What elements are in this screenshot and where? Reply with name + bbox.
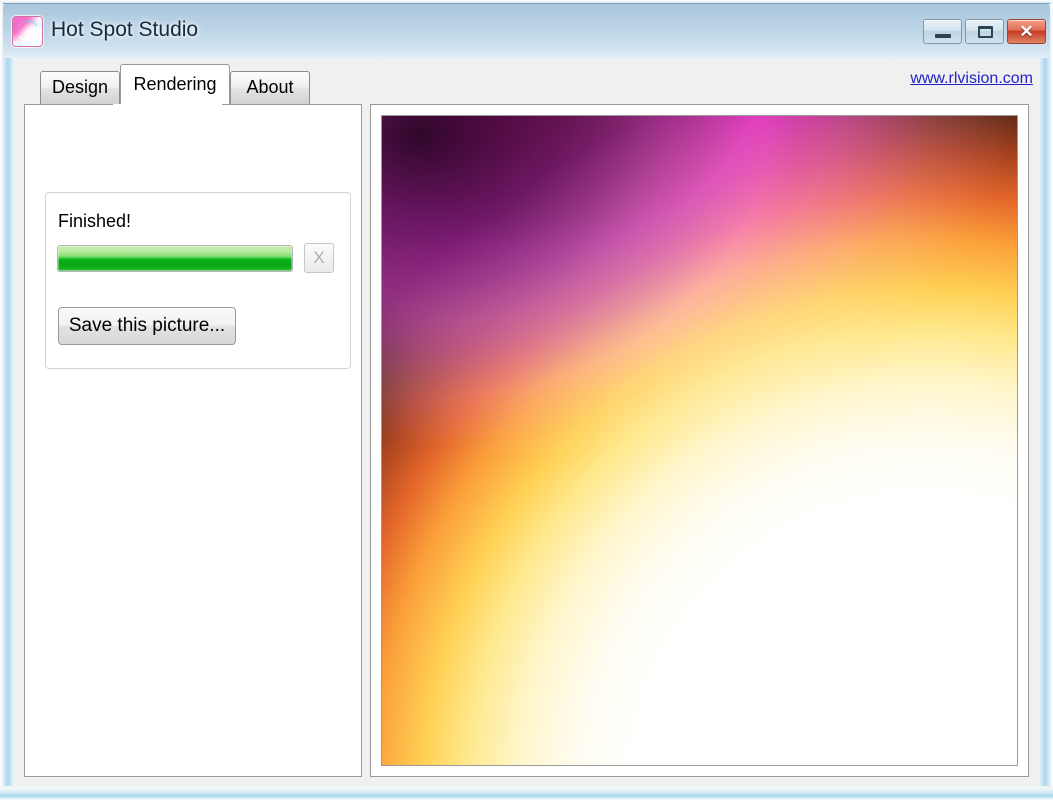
app-icon[interactable]	[13, 17, 42, 46]
cancel-render-button[interactable]: X	[304, 243, 334, 273]
save-picture-button[interactable]: Save this picture...	[58, 307, 236, 345]
application-window: Hot Spot Studio ✕ www.rlvision.com Desig…	[0, 0, 1053, 800]
maximize-button[interactable]	[965, 19, 1004, 44]
close-x-icon: X	[313, 248, 325, 267]
render-progress-group: Finished! X Save this picture...	[45, 192, 351, 369]
close-button[interactable]: ✕	[1007, 19, 1046, 44]
preview-panel	[370, 104, 1029, 777]
maximize-icon	[978, 26, 993, 38]
render-progress-fill	[58, 246, 292, 271]
preview-image-frame[interactable]	[381, 115, 1018, 766]
window-title: Hot Spot Studio	[51, 18, 199, 41]
active-tab-seam	[113, 104, 222, 106]
tab-about[interactable]: About	[230, 71, 310, 104]
minimize-button[interactable]	[923, 19, 962, 44]
app-icon-swirl-glyph	[14, 17, 42, 45]
title-bar-hairline	[3, 3, 1050, 4]
rendered-hotspot-image	[382, 116, 1017, 765]
title-bar[interactable]: Hot Spot Studio ✕	[3, 3, 1050, 58]
website-link[interactable]: www.rlvision.com	[910, 70, 1033, 88]
tab-design[interactable]: Design	[40, 71, 120, 104]
tab-rendering[interactable]: Rendering	[120, 64, 230, 104]
client-area: www.rlvision.com Design Rendering About …	[16, 58, 1037, 786]
window-frame-bottom-edge	[0, 786, 1053, 800]
status-label: Finished!	[58, 211, 132, 231]
close-icon: ✕	[1019, 22, 1034, 41]
render-progress-bar	[57, 245, 293, 272]
tab-content-panel: Finished! X Save this picture...	[24, 104, 362, 777]
minimize-icon	[935, 34, 951, 38]
